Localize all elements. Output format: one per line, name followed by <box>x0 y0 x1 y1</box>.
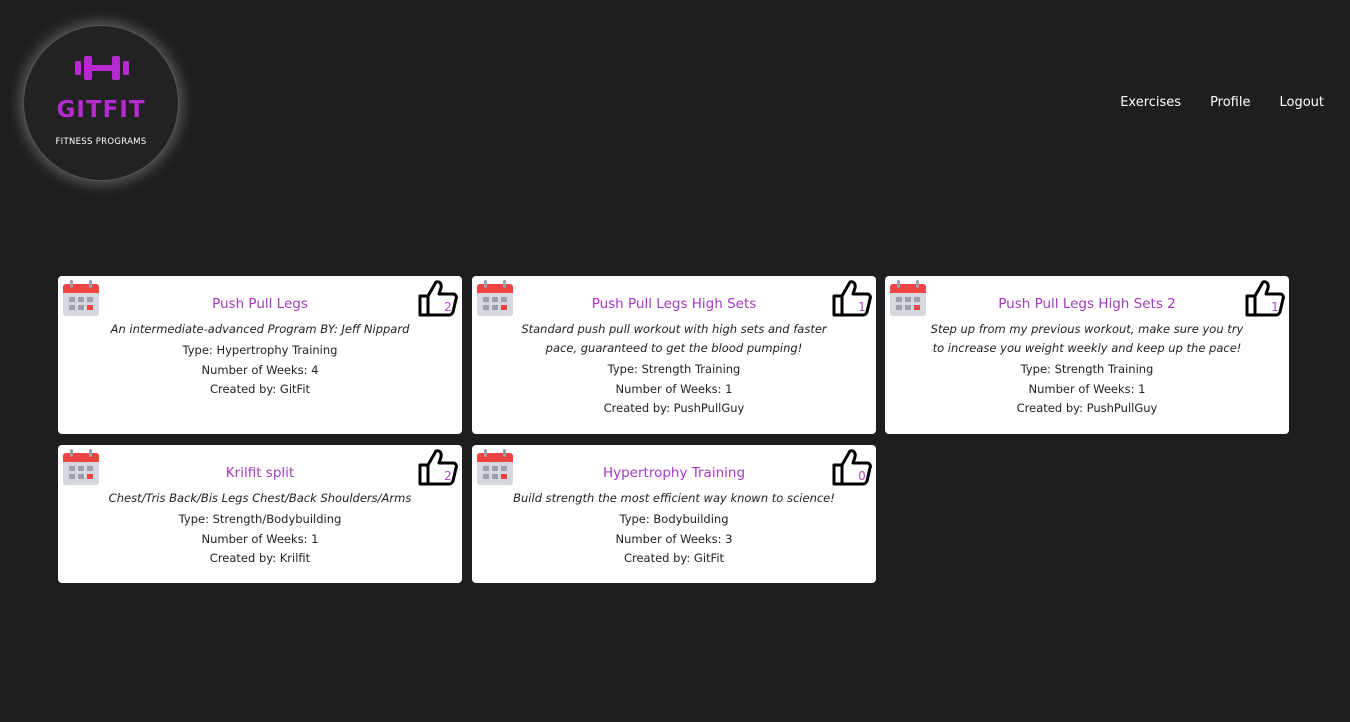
program-weeks: Number of Weeks: 1 <box>201 531 319 546</box>
program-weeks: Number of Weeks: 4 <box>201 362 319 377</box>
like-button[interactable]: 2 <box>418 279 458 317</box>
top-nav: Exercises Profile Logout <box>1091 95 1324 110</box>
nav-profile-link[interactable]: Profile <box>1210 95 1250 110</box>
program-title[interactable]: Push Pull Legs <box>58 296 462 312</box>
like-button[interactable]: 2 <box>418 448 458 486</box>
like-button[interactable]: 1 <box>1245 279 1285 317</box>
program-card[interactable]: 0 Hypertrophy Training Build strength th… <box>472 445 876 583</box>
logo-badge[interactable]: GITFIT FITNESS PROGRAMS <box>23 25 179 181</box>
program-type: Type: Strength/Bodybuilding <box>178 512 342 526</box>
program-description: Standard push pull workout with high set… <box>521 322 827 355</box>
program-title[interactable]: Push Pull Legs High Sets 2 <box>885 296 1289 312</box>
program-title[interactable]: Push Pull Legs High Sets <box>472 296 876 312</box>
calendar-icon <box>63 280 99 316</box>
calendar-icon <box>63 449 99 485</box>
program-type: Type: Strength Training <box>1020 362 1154 376</box>
program-type: Type: Hypertrophy Training <box>182 343 338 357</box>
dumbbell-icon <box>75 56 129 80</box>
program-description: Step up from my previous workout, make s… <box>930 322 1244 355</box>
program-card[interactable]: 1 Push Pull Legs High Sets Standard push… <box>472 276 876 434</box>
program-creator: Created by: PushPullGuy <box>603 401 745 415</box>
program-creator: Created by: PushPullGuy <box>1016 401 1158 415</box>
program-weeks: Number of Weeks: 1 <box>615 381 733 396</box>
program-card[interactable]: 2 Push Pull Legs An intermediate-advance… <box>58 276 462 434</box>
like-count: 0 <box>858 469 866 483</box>
program-title[interactable]: Hypertrophy Training <box>472 465 876 481</box>
program-title[interactable]: Krilfit split <box>58 465 462 481</box>
program-description: Chest/Tris Back/Bis Legs Chest/Back Shou… <box>108 491 412 505</box>
like-count: 1 <box>1271 300 1279 314</box>
program-weeks: Number of Weeks: 1 <box>1028 381 1146 396</box>
program-type: Type: Strength Training <box>607 362 741 376</box>
program-card[interactable]: 1 Push Pull Legs High Sets 2 Step up fro… <box>885 276 1289 434</box>
like-count: 2 <box>444 300 452 314</box>
calendar-icon <box>477 280 513 316</box>
brand-tagline: FITNESS PROGRAMS <box>55 137 147 147</box>
like-count: 2 <box>444 469 452 483</box>
like-count: 1 <box>858 300 866 314</box>
calendar-icon <box>477 449 513 485</box>
nav-exercises-link[interactable]: Exercises <box>1120 95 1181 110</box>
program-description: Build strength the most efficient way kn… <box>513 491 835 505</box>
program-card[interactable]: 2 Krilfit split Chest/Tris Back/Bis Legs… <box>58 445 462 583</box>
like-button[interactable]: 1 <box>832 279 872 317</box>
calendar-icon <box>890 280 926 316</box>
program-creator: Created by: GitFit <box>209 382 311 396</box>
program-creator: Created by: GitFit <box>623 551 725 565</box>
program-weeks: Number of Weeks: 3 <box>615 531 733 546</box>
program-description: An intermediate-advanced Program BY: Jef… <box>110 322 410 336</box>
brand-name: GITFIT <box>56 97 146 123</box>
program-creator: Created by: Krilfit <box>209 551 311 565</box>
like-button[interactable]: 0 <box>832 448 872 486</box>
program-type: Type: Bodybuilding <box>619 512 729 526</box>
nav-logout-link[interactable]: Logout <box>1279 95 1324 110</box>
